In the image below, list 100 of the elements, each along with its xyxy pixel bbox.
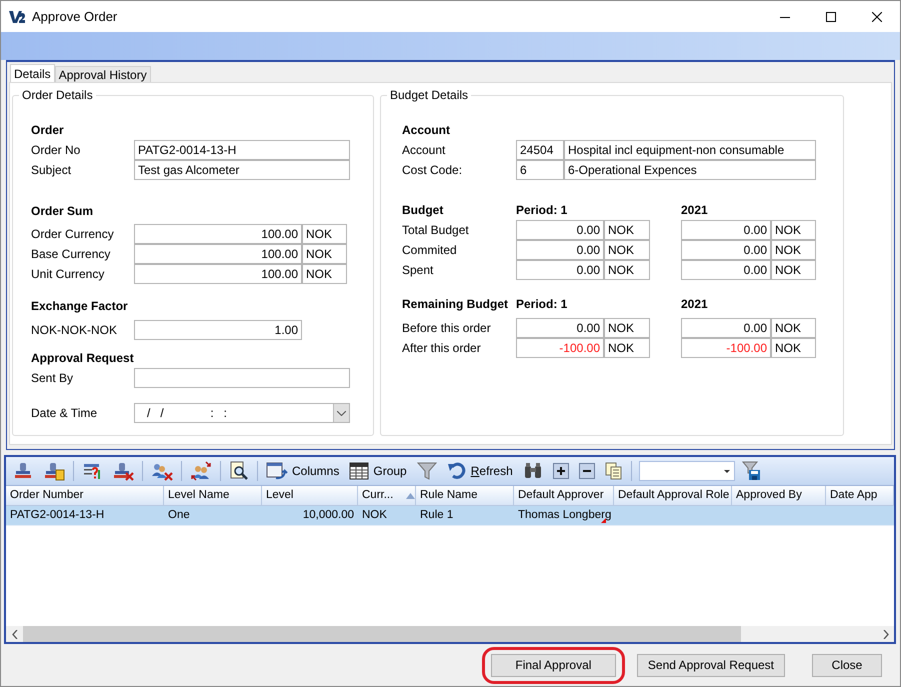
chevron-left-icon <box>12 630 18 638</box>
currency-field[interactable]: NOK <box>771 220 816 240</box>
chevron-right-icon <box>882 630 888 638</box>
description-field[interactable]: 6-Operational Expences <box>564 160 816 180</box>
refresh-icon <box>446 461 467 481</box>
currency-field[interactable]: NOK <box>771 260 816 280</box>
currency-field[interactable]: NOK <box>771 318 816 338</box>
window-arrow-icon <box>266 461 288 481</box>
tab[interactable]: Details <box>10 64 55 82</box>
currency-field[interactable]: NOK <box>771 338 816 358</box>
column-header[interactable]: Rule Name <box>416 486 514 505</box>
text-field[interactable] <box>134 368 350 388</box>
column-header[interactable]: Date App <box>826 486 894 505</box>
field-label: Before this order <box>402 320 492 337</box>
sort-ascending-icon <box>406 492 415 498</box>
amount-field[interactable]: 0.00 <box>681 318 771 338</box>
table-cell-text: 10,000.00 <box>302 508 355 523</box>
dialog-button[interactable]: Send Approval Request <box>636 654 785 676</box>
group-title: Budget Details <box>389 88 470 102</box>
scroll-thumb[interactable] <box>23 626 741 642</box>
column-heading: Period: 1 <box>516 296 568 313</box>
column-header[interactable]: Level Name <box>164 486 262 505</box>
currency-field[interactable]: NOK <box>771 240 816 260</box>
text-field[interactable]: PATG2-0014-13-H <box>134 140 350 160</box>
column-header[interactable]: Level <box>262 486 358 505</box>
column-header[interactable]: Order Number <box>6 486 164 505</box>
code-field[interactable]: 24504 <box>516 140 564 160</box>
horizontal-scrollbar[interactable] <box>6 626 894 642</box>
amount-field[interactable]: 100.00 <box>134 264 302 284</box>
section-heading: Exchange Factor <box>31 298 129 315</box>
section-heading: Order Sum <box>31 203 94 220</box>
column-heading: 2021 <box>681 296 709 313</box>
table-cell-text: One <box>167 508 191 523</box>
app-logo-icon <box>8 8 26 24</box>
table-cell-text: Rule 1 <box>419 508 454 523</box>
table-cell-text: Thomas Longberg <box>517 508 612 525</box>
amount-field[interactable]: 0.00 <box>681 240 771 260</box>
amount-field[interactable]: 0.00 <box>516 318 604 338</box>
field-label: Order No <box>31 142 82 159</box>
section-heading: Approval Request <box>31 350 135 367</box>
section-heading: Budget <box>402 202 444 219</box>
dropdown-button[interactable] <box>333 404 349 422</box>
group-button[interactable]: Group <box>346 459 410 483</box>
caret-icon <box>724 470 730 472</box>
field-label: After this order <box>402 340 482 357</box>
currency-field[interactable]: NOK <box>302 244 347 264</box>
currency-field[interactable]: NOK <box>604 220 650 240</box>
caret-icon <box>337 410 346 416</box>
field-label: Commited <box>402 242 458 259</box>
dialog-button[interactable]: Close <box>812 654 882 676</box>
currency-field[interactable]: NOK <box>604 338 650 358</box>
refresh-button[interactable]: Refresh <box>444 459 516 483</box>
date-time-picker[interactable]: / / : : <box>134 403 350 423</box>
field-label: Total Budget <box>402 222 470 239</box>
close-icon <box>872 12 882 22</box>
amount-field[interactable]: 0.00 <box>516 220 604 240</box>
field-label: NOK-NOK-NOK <box>31 322 118 339</box>
table-icon <box>349 461 370 481</box>
currency-field[interactable]: NOK <box>604 260 650 280</box>
field-label: Cost Code: <box>402 162 464 179</box>
amount-field[interactable]: 0.00 <box>516 240 604 260</box>
column-heading: 2021 <box>681 202 709 219</box>
field-label: Unit Currency <box>31 266 106 283</box>
text-field[interactable]: Test gas Alcometer <box>134 160 350 180</box>
currency-field[interactable]: NOK <box>302 224 347 244</box>
group-title: Order Details <box>21 88 94 102</box>
amount-field[interactable]: 100.00 <box>134 244 302 264</box>
number-field[interactable]: 1.00 <box>134 320 302 340</box>
code-field[interactable]: 6 <box>516 160 564 180</box>
columns-button[interactable]: Columns <box>263 459 342 483</box>
tab[interactable]: Approval History <box>54 66 151 82</box>
currency-field[interactable]: NOK <box>302 264 347 284</box>
maximize-icon <box>826 12 836 22</box>
section-heading: Account <box>402 122 451 139</box>
amount-field[interactable]: 0.00 <box>681 260 771 280</box>
amount-field[interactable]: -100.00 <box>681 338 771 358</box>
section-heading: Remaining Budget <box>402 296 510 313</box>
amount-field[interactable]: 0.00 <box>681 220 771 240</box>
grid-row[interactable]: PATG2-0014-13-H One 10,000.00 NOK Rule 1 Thomas Longberg <box>6 506 894 526</box>
field-label: Order Currency <box>31 226 115 243</box>
field-label: Spent <box>402 262 434 279</box>
field-label: Date & Time <box>31 405 98 422</box>
window-title: Approve Order <box>32 9 118 24</box>
amount-field[interactable]: -100.00 <box>516 338 604 358</box>
column-header[interactable]: Default Approval Role <box>614 486 732 505</box>
column-heading: Period: 1 <box>516 202 568 219</box>
description-field[interactable]: Hospital incl equipment-non consumable <box>564 140 816 160</box>
column-header[interactable]: Default Approver <box>514 486 614 505</box>
amount-field[interactable]: 0.00 <box>516 260 604 280</box>
table-cell-text: NOK <box>361 508 388 523</box>
field-label: Base Currency <box>31 246 112 263</box>
dialog-button[interactable]: Final Approval <box>490 654 616 676</box>
currency-field[interactable]: NOK <box>604 240 650 260</box>
field-label: Account <box>402 142 446 159</box>
field-label: Sent By <box>31 370 74 387</box>
column-header[interactable]: Approved By <box>732 486 826 505</box>
amount-field[interactable]: 100.00 <box>134 224 302 244</box>
column-header[interactable]: Curr... <box>358 486 416 505</box>
currency-field[interactable]: NOK <box>604 318 650 338</box>
field-label: Subject <box>31 162 72 179</box>
